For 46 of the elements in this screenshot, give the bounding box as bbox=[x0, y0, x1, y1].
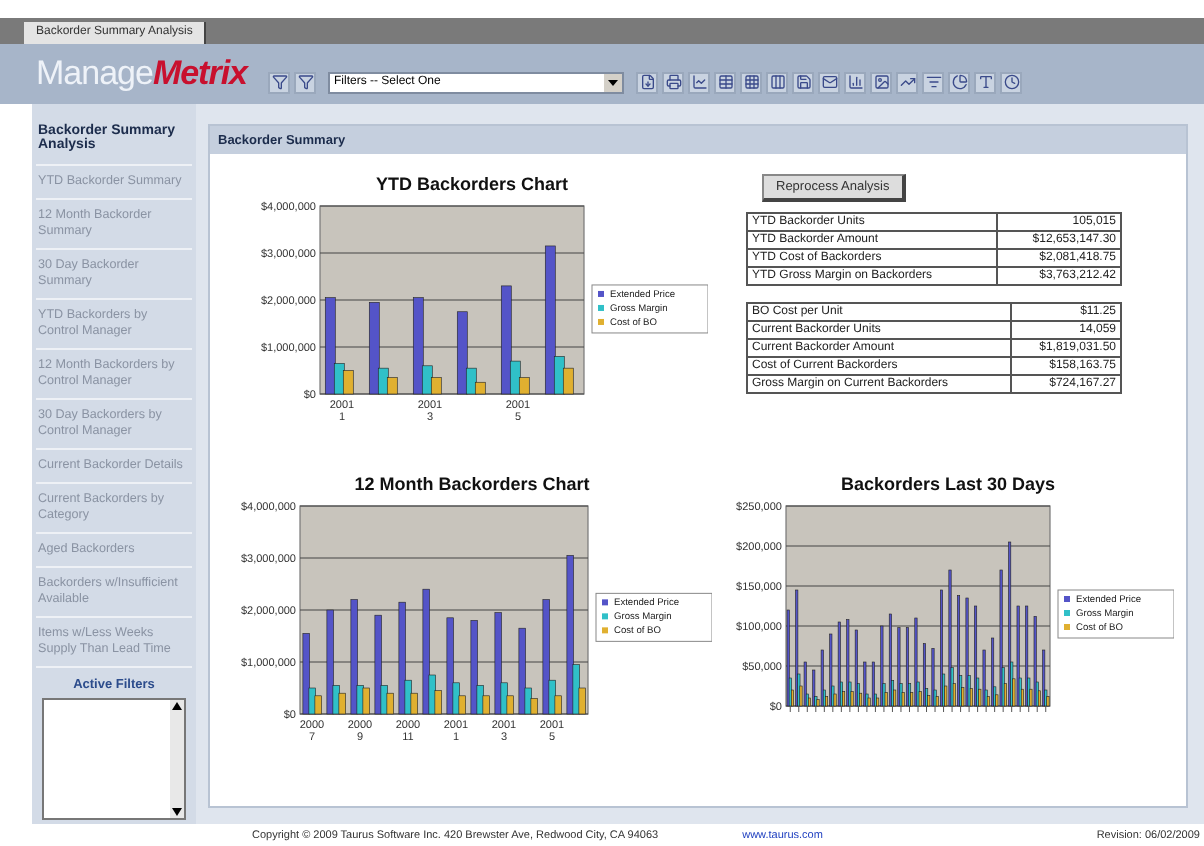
filter-icon bbox=[297, 74, 313, 90]
filter-button[interactable] bbox=[268, 71, 290, 93]
scroll-down-icon bbox=[170, 806, 184, 818]
chart-title: Backorders Last 30 Days bbox=[840, 474, 1056, 494]
filter-button[interactable] bbox=[294, 71, 316, 93]
printer-button[interactable] bbox=[662, 71, 684, 93]
bar-chart-button[interactable] bbox=[844, 71, 866, 93]
trend-icon bbox=[899, 74, 915, 90]
line-chart-button[interactable] bbox=[688, 71, 710, 93]
clock-button[interactable] bbox=[1000, 71, 1022, 93]
line-chart-icon bbox=[691, 74, 707, 90]
download-button[interactable] bbox=[636, 71, 658, 93]
columns-button[interactable] bbox=[766, 71, 788, 93]
clock-icon bbox=[1003, 74, 1019, 90]
list-filter-icon bbox=[925, 74, 941, 90]
chart-title: 12 Month Backorders Chart bbox=[354, 474, 590, 494]
chart-legend bbox=[1057, 589, 1174, 639]
image-icon bbox=[873, 74, 889, 90]
scroll-up-icon bbox=[170, 700, 184, 712]
filter-icon bbox=[271, 74, 287, 90]
mail-button[interactable] bbox=[818, 71, 840, 93]
pie-chart-icon bbox=[951, 74, 967, 90]
save-button[interactable] bbox=[792, 71, 814, 93]
table-icon bbox=[717, 74, 733, 90]
bar-chart-icon bbox=[847, 74, 863, 90]
table-button[interactable] bbox=[714, 71, 736, 93]
type-icon bbox=[977, 74, 993, 90]
pie-chart-button[interactable] bbox=[948, 71, 970, 93]
filters-box[interactable] bbox=[42, 698, 186, 820]
logo: ManageMetrix bbox=[36, 52, 248, 96]
scrollbar[interactable] bbox=[170, 700, 184, 818]
printer-icon bbox=[665, 74, 681, 90]
chart-legend bbox=[595, 592, 712, 642]
list-filter-button[interactable] bbox=[922, 71, 944, 93]
chart-title: YTD Backorders Chart bbox=[375, 174, 569, 194]
save-icon bbox=[795, 74, 811, 90]
mail-icon bbox=[821, 74, 837, 90]
columns-icon bbox=[769, 74, 785, 90]
image-button[interactable] bbox=[870, 71, 892, 93]
grid-button[interactable] bbox=[740, 71, 762, 93]
chart-legend bbox=[591, 284, 708, 334]
caret-icon bbox=[608, 79, 618, 85]
trend-button[interactable] bbox=[896, 71, 918, 93]
download-icon bbox=[639, 74, 655, 90]
type-button[interactable] bbox=[974, 71, 996, 93]
grid-icon bbox=[743, 74, 759, 90]
